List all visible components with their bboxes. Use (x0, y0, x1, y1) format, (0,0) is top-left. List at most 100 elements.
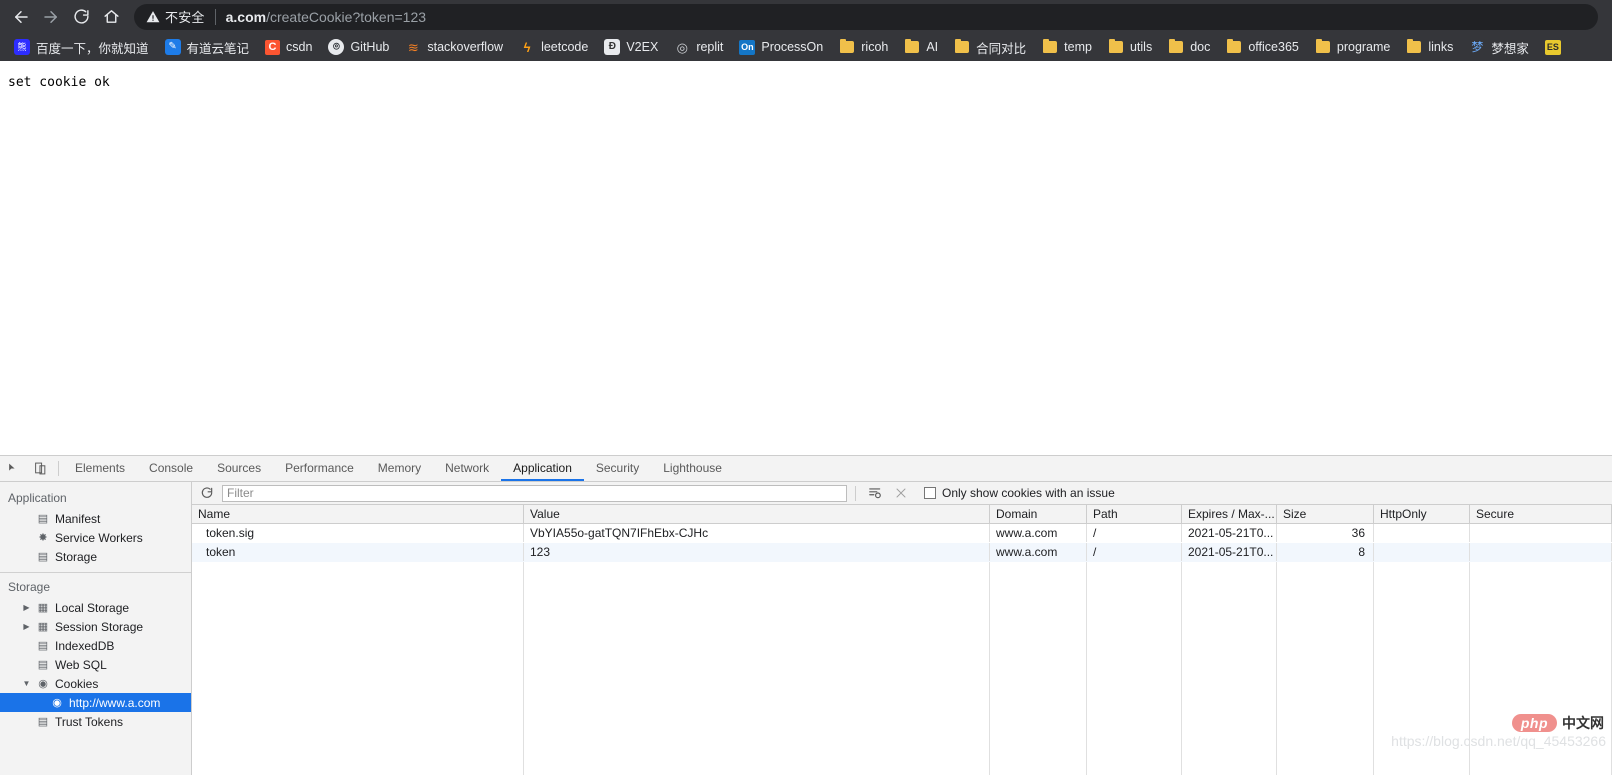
tab-memory[interactable]: Memory (366, 456, 433, 481)
column-header[interactable]: Secure (1470, 505, 1612, 523)
cell-value[interactable]: 123 (524, 543, 990, 561)
bookmark-item[interactable]: ✎ 有道云笔记 (157, 35, 258, 60)
bookmark-item[interactable]: 梦梦想家 (1461, 35, 1537, 60)
tab-performance[interactable]: Performance (273, 456, 366, 481)
cell-path[interactable]: / (1087, 524, 1182, 542)
bookmark-label: stackoverflow (427, 40, 503, 54)
only-issues-checkbox-wrap[interactable]: Only show cookies with an issue (924, 486, 1115, 500)
filter-input[interactable] (222, 485, 847, 502)
chevron-down-icon[interactable]: ▼ (22, 680, 31, 688)
sidebar-item-session-storage[interactable]: ▶▦Session Storage (0, 617, 191, 636)
chevron-right-icon[interactable]: ▶ (22, 623, 31, 631)
cell-httponly[interactable] (1374, 524, 1470, 542)
chevron-right-icon[interactable]: ▶ (22, 604, 31, 612)
cell-expires[interactable]: 2021-05-21T0... (1182, 524, 1277, 542)
tab-application[interactable]: Application (501, 456, 584, 481)
tab-network[interactable]: Network (433, 456, 501, 481)
sidebar-item-label: Local Storage (55, 601, 129, 615)
sidebar-item-cookies[interactable]: ▼◉Cookies (0, 674, 191, 693)
cell-size[interactable]: 36 (1277, 524, 1374, 542)
cell-expires[interactable]: 2021-05-21T0... (1182, 543, 1277, 561)
cell-path[interactable]: / (1087, 543, 1182, 561)
bookmark-item[interactable]: ES (1537, 37, 1569, 58)
tab-console[interactable]: Console (137, 456, 205, 481)
column-header[interactable]: HttpOnly (1374, 505, 1470, 523)
sidebar-item-local-storage[interactable]: ▶▦Local Storage (0, 598, 191, 617)
cookies-table-empty-area (192, 562, 1612, 775)
bookmark-item[interactable]: OnProcessOn (731, 37, 831, 58)
sidebar-item-storage[interactable]: ▶▤Storage (0, 547, 191, 566)
bookmark-item[interactable]: ϟleetcode (511, 36, 596, 58)
bookmark-item[interactable]: ricoh (831, 36, 896, 58)
bookmark-item[interactable]: AI (896, 36, 946, 58)
column-header[interactable]: Path (1087, 505, 1182, 523)
cell-name[interactable]: token.sig (192, 524, 524, 542)
bookmark-label: 有道云笔记 (187, 38, 250, 57)
forward-button[interactable] (36, 3, 66, 31)
cell-domain[interactable]: www.a.com (990, 524, 1087, 542)
bookmark-item[interactable]: Ccsdn (257, 37, 320, 58)
cell-value[interactable]: VbYIA55o-gatTQN7IFhEbx-CJHc (524, 524, 990, 542)
clear-all-icon[interactable] (864, 486, 886, 500)
reload-button[interactable] (66, 3, 96, 31)
folder-icon (1226, 39, 1242, 55)
column-header[interactable]: Name (192, 505, 524, 523)
bookmark-item[interactable]: temp (1034, 36, 1100, 58)
omnibox-divider (215, 9, 216, 25)
url-text[interactable]: a.com/createCookie?token=123 (226, 9, 426, 25)
only-issues-checkbox[interactable] (924, 487, 936, 499)
delete-x-icon[interactable] (890, 487, 912, 499)
column-header[interactable]: Domain (990, 505, 1087, 523)
bookmark-item[interactable]: ◎replit (666, 36, 731, 58)
table-icon: ▦ (36, 620, 50, 633)
cell-name[interactable]: token (192, 543, 524, 561)
bookmark-item[interactable]: 合同对比 (946, 35, 1034, 60)
cell-size[interactable]: 8 (1277, 543, 1374, 561)
bookmark-item[interactable]: links (1398, 36, 1461, 58)
security-chip[interactable]: 不安全 (146, 7, 205, 26)
sidebar-item-indexeddb[interactable]: ▶▤IndexedDB (0, 636, 191, 655)
sidebar-item-trust-tokens[interactable]: ▶▤Trust Tokens (0, 712, 191, 731)
refresh-icon[interactable] (196, 486, 218, 500)
column-header[interactable]: Value (524, 505, 990, 523)
security-status-text: 不安全 (165, 7, 205, 26)
v2ex-icon: Ɖ (604, 39, 620, 55)
inspect-element-icon[interactable] (0, 456, 27, 481)
cell-domain[interactable]: www.a.com (990, 543, 1087, 561)
youdao-icon: ✎ (165, 39, 181, 55)
leetcode-icon: ϟ (519, 39, 535, 55)
cell-httponly[interactable] (1374, 543, 1470, 561)
bookmark-item[interactable]: 熊百度一下，你就知道 (6, 35, 157, 60)
bookmark-label: office365 (1248, 40, 1299, 54)
bookmark-item[interactable]: doc (1160, 36, 1218, 58)
cell-secure[interactable] (1470, 524, 1612, 542)
column-header[interactable]: Expires / Max-... (1182, 505, 1277, 523)
device-toolbar-icon[interactable] (27, 456, 54, 481)
bookmark-item[interactable]: utils (1100, 36, 1160, 58)
folder-icon (1168, 39, 1184, 55)
table-column-filler (524, 562, 990, 775)
navigation-bar: 不安全 a.com/createCookie?token=123 (0, 0, 1612, 33)
table-row[interactable]: token123www.a.com/2021-05-21T0...8 (192, 543, 1612, 562)
tab-lighthouse[interactable]: Lighthouse (651, 456, 734, 481)
home-button[interactable] (96, 3, 126, 31)
tab-security[interactable]: Security (584, 456, 651, 481)
bookmark-item[interactable]: office365 (1218, 36, 1307, 58)
address-bar[interactable]: 不安全 a.com/createCookie?token=123 (134, 4, 1598, 30)
sidebar-item-manifest[interactable]: ▶▤Manifest (0, 509, 191, 528)
sidebar-item-http-www-a-com[interactable]: ▶◉http://www.a.com (0, 693, 191, 712)
sidebar-item-web-sql[interactable]: ▶▤Web SQL (0, 655, 191, 674)
database-icon: ▤ (36, 550, 50, 563)
bookmark-item[interactable]: ƉV2EX (596, 36, 666, 58)
table-row[interactable]: token.sigVbYIA55o-gatTQN7IFhEbx-CJHcwww.… (192, 524, 1612, 543)
cell-secure[interactable] (1470, 543, 1612, 561)
column-header[interactable]: Size (1277, 505, 1374, 523)
bookmark-item[interactable]: programe (1307, 36, 1399, 58)
sidebar-item-service-workers[interactable]: ▶✸Service Workers (0, 528, 191, 547)
bookmark-item[interactable]: ≋stackoverflow (397, 36, 511, 58)
devtools-sidebar: Application▶▤Manifest▶✸Service Workers▶▤… (0, 482, 192, 775)
bookmark-item[interactable]: ⌾GitHub (320, 36, 397, 58)
tab-sources[interactable]: Sources (205, 456, 273, 481)
back-button[interactable] (6, 3, 36, 31)
tab-elements[interactable]: Elements (63, 456, 137, 481)
